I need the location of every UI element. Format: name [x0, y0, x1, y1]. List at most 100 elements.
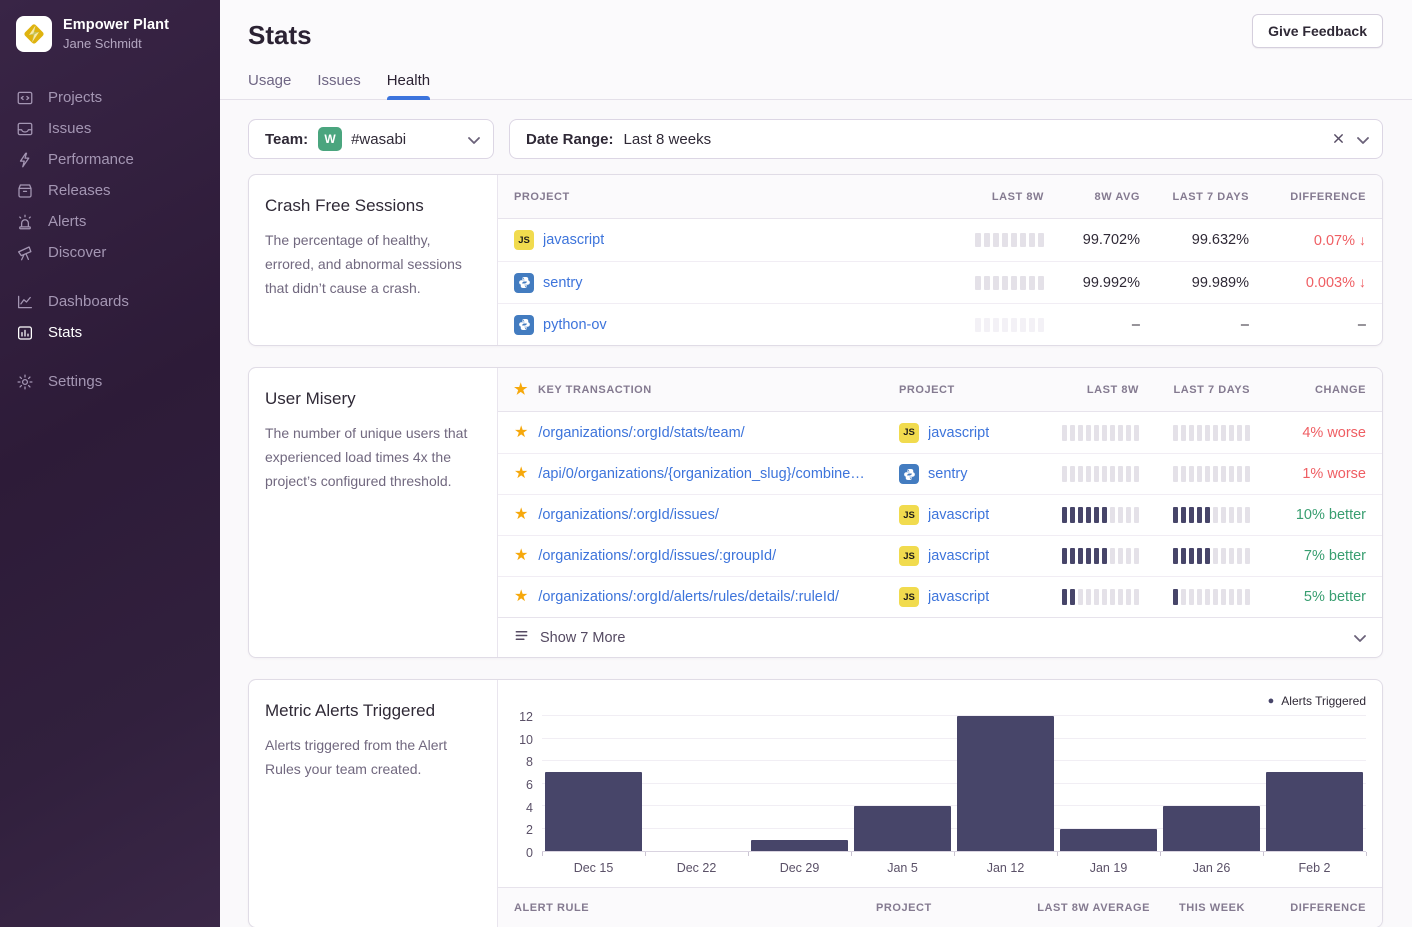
sidebar-item-label: Releases — [48, 182, 111, 199]
transaction-link[interactable]: /organizations/:orgId/issues/ — [538, 507, 719, 523]
difference-text: 0.003% — [1306, 275, 1355, 291]
transaction-link[interactable]: /organizations/:orgId/issues/:groupId/ — [538, 548, 776, 564]
legend-label: Alerts Triggered — [1281, 694, 1366, 708]
sparkline-last-8w — [1062, 466, 1139, 482]
filter-bar: Team: W #wasabi Date Range: Last 8 weeks — [248, 119, 1383, 159]
show-more-label: Show 7 More — [540, 630, 625, 646]
arrow-down-icon: ↓ — [1359, 274, 1366, 290]
project-link[interactable]: python-ov — [543, 317, 607, 333]
python-platform-icon — [514, 273, 534, 293]
avg-value: 99.702% — [1044, 232, 1140, 248]
panel-title: Metric Alerts Triggered — [265, 701, 481, 721]
tab-issues[interactable]: Issues — [317, 72, 360, 99]
project-link[interactable]: javascript — [928, 507, 989, 523]
project-link[interactable]: javascript — [928, 548, 989, 564]
col-last-7-days: LAST 7 DAYS — [1140, 191, 1249, 203]
show-more-button[interactable]: Show 7 More — [498, 617, 1382, 657]
col-last-8w-average: LAST 8W AVERAGE — [1000, 902, 1150, 914]
project-link[interactable]: javascript — [928, 589, 989, 605]
team-label: Team: — [265, 131, 308, 148]
change-value: 5% better — [1250, 589, 1366, 605]
alerts-chart-plot — [542, 716, 1366, 852]
table-row: JS javascript 99.702% 99.632% 0.07%↓ — [498, 219, 1382, 261]
sparkline-last-7-days — [1173, 548, 1250, 564]
transaction-link[interactable]: /api/0/organizations/{organization_slug}… — [538, 466, 864, 482]
sidebar-item-label: Alerts — [48, 213, 86, 230]
panel-subtitle: The percentage of healthy, errored, and … — [265, 228, 481, 300]
avg-value: – — [1044, 317, 1140, 333]
stats-icon — [16, 324, 34, 342]
col-8w-avg: 8W AVG — [1044, 191, 1140, 203]
javascript-platform-icon: JS — [899, 587, 919, 607]
project-link[interactable]: javascript — [543, 232, 604, 248]
sparkline-last-7-days — [1173, 425, 1250, 441]
table-row: ★/api/0/organizations/{organization_slug… — [498, 453, 1382, 494]
col-difference: DIFFERENCE — [1249, 191, 1366, 203]
org-switcher[interactable]: Empower Plant Jane Schmidt — [0, 0, 220, 52]
sidebar-item-discover[interactable]: Discover — [16, 237, 204, 268]
transaction-link[interactable]: /organizations/:orgId/alerts/rules/detai… — [538, 589, 839, 605]
sidebar-item-label: Settings — [48, 373, 102, 390]
panel-description: Metric Alerts Triggered Alerts triggered… — [249, 680, 498, 927]
arrow-down-icon: ↓ — [1359, 232, 1366, 248]
panel-description: Crash Free Sessions The percentage of he… — [249, 175, 498, 345]
give-feedback-button[interactable]: Give Feedback — [1252, 14, 1383, 48]
date-range-value: Last 8 weeks — [624, 131, 712, 148]
performance-icon — [16, 151, 34, 169]
nav-divider — [16, 348, 204, 366]
col-last-8w: LAST 8W — [924, 191, 1044, 203]
org-text: Empower Plant Jane Schmidt — [63, 17, 169, 51]
sidebar-item-alerts[interactable]: Alerts — [16, 206, 204, 237]
difference-value: 0.07%↓ — [1249, 232, 1366, 249]
sidebar-item-releases[interactable]: Releases — [16, 175, 204, 206]
legend-dot-icon: ● — [1268, 696, 1275, 707]
nav-divider — [16, 268, 204, 286]
star-icon: ★ — [514, 425, 528, 441]
change-value: 7% better — [1250, 548, 1366, 564]
sidebar-item-performance[interactable]: Performance — [16, 144, 204, 175]
transaction-link[interactable]: /organizations/:orgId/stats/team/ — [538, 425, 744, 441]
last-7-days-value: 99.989% — [1140, 275, 1249, 291]
panel-subtitle: Alerts triggered from the Alert Rules yo… — [265, 733, 481, 781]
clear-icon[interactable] — [1333, 131, 1344, 148]
sidebar-item-label: Projects — [48, 89, 102, 106]
dashboards-icon — [16, 293, 34, 311]
tab-usage[interactable]: Usage — [248, 72, 291, 99]
sidebar-item-dashboards[interactable]: Dashboards — [16, 286, 204, 317]
sidebar-item-settings[interactable]: Settings — [16, 366, 204, 397]
date-range-label: Date Range: — [526, 131, 614, 148]
sparkline-last-8w — [1062, 589, 1139, 605]
table-row: ★ /organizations/:orgId/alerts/rules/deta… — [498, 576, 1382, 617]
page-title: Stats — [248, 20, 1383, 51]
sidebar-item-projects[interactable]: Projects — [16, 82, 204, 113]
tab-health[interactable]: Health — [387, 72, 430, 99]
star-icon: ★ — [514, 507, 528, 523]
panel-description: User Misery The number of unique users t… — [249, 368, 498, 657]
chart-y-axis: 024681012 — [506, 716, 542, 852]
sidebar-item-issues[interactable]: Issues — [16, 113, 204, 144]
team-select[interactable]: Team: W #wasabi — [248, 119, 494, 159]
list-icon — [514, 628, 529, 647]
team-avatar: W — [318, 127, 342, 151]
project-link[interactable]: sentry — [928, 466, 968, 482]
user-name: Jane Schmidt — [63, 36, 169, 51]
avg-value: 99.992% — [1044, 275, 1140, 291]
python-platform-icon — [899, 464, 919, 484]
change-value: 1% worse — [1250, 466, 1366, 482]
col-key-transaction: KEY TRANSACTION — [538, 384, 652, 396]
javascript-platform-icon: JS — [899, 546, 919, 566]
star-icon: ★ — [514, 589, 528, 605]
col-project: PROJECT — [514, 191, 924, 203]
sidebar-item-stats[interactable]: Stats — [16, 317, 204, 348]
main-area: Stats Give Feedback Usage Issues Health … — [220, 0, 1412, 927]
chart-legend[interactable]: ● Alerts Triggered — [1268, 694, 1366, 708]
col-difference: DIFFERENCE — [1245, 902, 1366, 914]
table-header: PROJECT LAST 8W 8W AVG LAST 7 DAYS DIFFE… — [498, 175, 1382, 219]
project-link[interactable]: sentry — [543, 275, 583, 291]
user-misery-panel: User Misery The number of unique users t… — [248, 367, 1383, 658]
project-link[interactable]: javascript — [928, 425, 989, 441]
date-range-select[interactable]: Date Range: Last 8 weeks — [509, 119, 1383, 159]
sparkline-last-8w — [975, 276, 1044, 290]
sparkline-last-7-days — [1173, 466, 1250, 482]
sparkline-last-7-days — [1173, 507, 1250, 523]
